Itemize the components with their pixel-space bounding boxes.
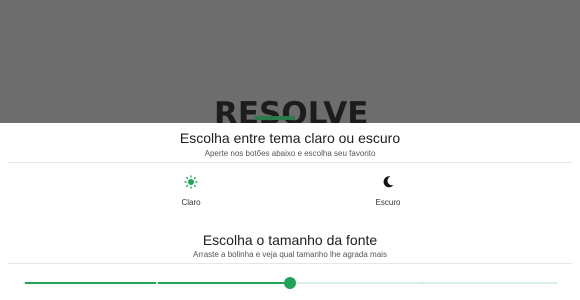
slider-tick bbox=[23, 282, 25, 284]
font-section-subtitle: Arraste a bolinha e veja qual tamanho lh… bbox=[193, 250, 387, 259]
theme-section-subtitle: Aperte nos botões abaixo e escolha seu f… bbox=[204, 149, 376, 158]
theme-light-label: Claro bbox=[181, 198, 201, 207]
font-section-title: Escolha o tamanho da fonte bbox=[202, 232, 378, 248]
theme-section-title: Escolha entre tema claro ou escuro bbox=[179, 130, 401, 146]
slider-tick bbox=[422, 282, 424, 284]
moon-icon bbox=[328, 172, 448, 192]
divider bbox=[8, 263, 572, 264]
slider-tick bbox=[156, 282, 158, 284]
theme-dark-label: Escuro bbox=[375, 198, 401, 207]
sun-icon bbox=[131, 172, 251, 192]
divider bbox=[8, 162, 572, 163]
logo-stripe bbox=[255, 116, 295, 120]
slider-thumb[interactable] bbox=[284, 277, 296, 289]
theme-light-button[interactable]: Claro bbox=[131, 172, 251, 212]
slider-tick bbox=[555, 282, 557, 284]
theme-dark-button[interactable]: Escuro bbox=[328, 172, 448, 212]
